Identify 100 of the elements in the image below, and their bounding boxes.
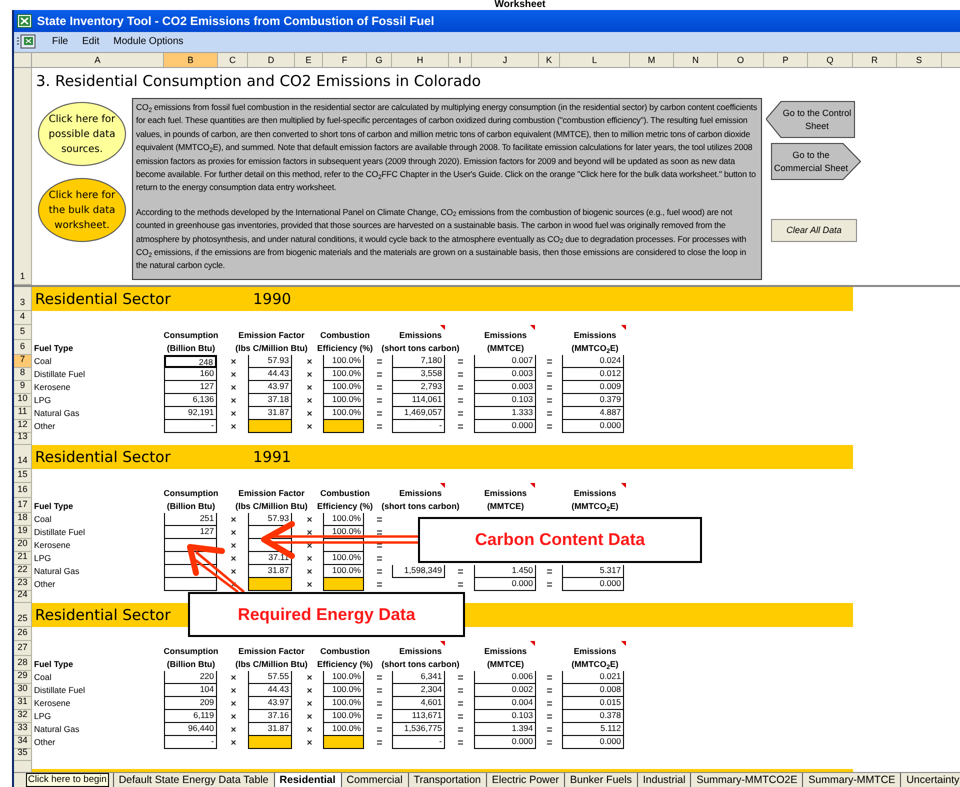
value-cell[interactable]: 100.0% — [323, 394, 364, 407]
value-cell[interactable]: 100.0% — [323, 552, 364, 565]
row-header[interactable]: 30 — [14, 684, 32, 697]
value-cell[interactable]: 44.43 — [248, 368, 292, 381]
value-cell[interactable]: 2,304 — [392, 684, 445, 697]
value-cell[interactable]: 100.0% — [323, 684, 364, 697]
value-cell[interactable]: 44.43 — [248, 684, 292, 697]
row-header[interactable]: 3 — [14, 287, 32, 311]
value-cell[interactable]: 37.16 — [248, 710, 292, 723]
value-cell[interactable]: 100.0% — [323, 368, 364, 381]
value-cell[interactable]: 113,671 — [392, 710, 445, 723]
row-header[interactable]: 18 — [14, 513, 32, 526]
value-cell[interactable]: 31.87 — [248, 723, 292, 736]
value-cell[interactable]: 6,119 — [164, 710, 217, 723]
value-cell[interactable]: 7,180 — [392, 355, 445, 368]
value-cell[interactable]: 57.55 — [248, 671, 292, 684]
sheet-tab[interactable]: Uncertainty — [900, 773, 960, 787]
row-header[interactable]: 5 — [14, 325, 32, 340]
navigation-arrow-button[interactable]: Go to the Control Sheet — [766, 101, 856, 138]
row-header[interactable]: 26 — [14, 627, 32, 641]
value-cell[interactable]: 0.103 — [474, 394, 536, 407]
row-header[interactable]: 35 — [14, 749, 32, 761]
value-cell[interactable]: 100.0% — [323, 513, 364, 526]
value-cell[interactable]: 0.000 — [562, 578, 624, 591]
row-header[interactable]: 29 — [14, 671, 32, 684]
row-header[interactable]: 11 — [14, 407, 32, 420]
value-cell[interactable]: 100.0% — [323, 697, 364, 710]
input-cell[interactable] — [248, 578, 292, 591]
menu-item[interactable]: Module Options — [113, 34, 184, 50]
value-cell[interactable]: 0.006 — [474, 671, 536, 684]
row-header[interactable]: 23 — [14, 578, 32, 591]
row-header[interactable]: 13 — [14, 433, 32, 445]
value-cell[interactable]: 4.887 — [562, 407, 624, 420]
value-cell[interactable]: 0.024 — [562, 355, 624, 368]
value-cell[interactable]: 6,136 — [164, 394, 217, 407]
value-cell[interactable]: 3,558 — [392, 368, 445, 381]
value-cell[interactable]: 0.002 — [474, 684, 536, 697]
value-cell[interactable]: 1,598,349 — [392, 565, 445, 578]
value-cell[interactable]: 0.003 — [474, 381, 536, 394]
value-cell[interactable]: 100.0% — [323, 671, 364, 684]
value-cell[interactable]: 0.000 — [474, 736, 536, 749]
value-cell[interactable]: 0.103 — [474, 710, 536, 723]
value-cell[interactable]: 127 — [164, 381, 217, 394]
value-cell[interactable]: 0.000 — [474, 420, 536, 433]
input-cell[interactable] — [323, 736, 364, 749]
row-header[interactable]: 1 — [14, 68, 32, 285]
value-cell[interactable]: 104 — [164, 684, 217, 697]
row-header[interactable]: 20 — [14, 539, 32, 552]
value-cell[interactable]: 31.87 — [248, 565, 292, 578]
value-cell[interactable]: 127 — [164, 526, 217, 539]
value-cell[interactable]: 92,191 — [164, 407, 217, 420]
value-cell[interactable]: 220 — [164, 671, 217, 684]
value-cell[interactable]: 43.97 — [248, 697, 292, 710]
value-cell[interactable]: 100.0% — [323, 565, 364, 578]
value-cell[interactable]: 100.0% — [323, 710, 364, 723]
value-cell[interactable]: 0.000 — [562, 736, 624, 749]
value-cell[interactable]: - — [392, 420, 445, 433]
value-cell[interactable]: 0.009 — [562, 381, 624, 394]
value-cell[interactable]: 0.379 — [562, 394, 624, 407]
navigation-arrow-button[interactable]: Go to the Commercial Sheet — [771, 143, 861, 180]
row-header[interactable]: 6 — [14, 340, 32, 355]
value-cell[interactable]: 2,793 — [392, 381, 445, 394]
value-cell[interactable]: - — [392, 736, 445, 749]
clear-all-button[interactable]: Clear All Data — [771, 219, 857, 242]
value-cell[interactable]: 160 — [164, 368, 217, 381]
value-cell[interactable]: - — [164, 420, 217, 433]
sheet-tab[interactable]: Residential — [274, 773, 341, 787]
value-cell[interactable]: 251 — [164, 513, 217, 526]
row-header[interactable]: 17 — [14, 498, 32, 513]
row-header[interactable]: 4 — [14, 311, 32, 325]
row-header[interactable]: 10 — [14, 394, 32, 407]
value-cell[interactable]: 0.004 — [474, 697, 536, 710]
column-header[interactable]: B — [164, 53, 218, 67]
value-cell[interactable]: 0.000 — [562, 420, 624, 433]
value-cell[interactable]: 100.0% — [323, 407, 364, 420]
value-cell[interactable]: 31.87 — [248, 407, 292, 420]
value-cell[interactable]: 1.394 — [474, 723, 536, 736]
value-cell[interactable]: 5.112 — [562, 723, 624, 736]
row-header[interactable]: 32 — [14, 710, 32, 723]
row-header[interactable]: 8 — [14, 368, 32, 381]
value-cell[interactable]: 100.0% — [323, 723, 364, 736]
value-cell[interactable]: 43.97 — [248, 381, 292, 394]
value-cell[interactable]: 0.000 — [474, 578, 536, 591]
row-header[interactable]: 28 — [14, 656, 32, 671]
row-header[interactable]: 24 — [14, 591, 32, 603]
row-header[interactable]: 19 — [14, 526, 32, 539]
value-cell[interactable]: 1,469,057 — [392, 407, 445, 420]
input-cell[interactable] — [323, 578, 364, 591]
value-cell[interactable]: 57.93 — [248, 355, 292, 368]
value-cell[interactable]: 5.317 — [562, 565, 624, 578]
value-cell[interactable]: 114,061 — [392, 394, 445, 407]
row-header[interactable]: 33 — [14, 723, 32, 736]
value-cell[interactable]: 6,341 — [392, 671, 445, 684]
data-bubble-button[interactable]: Click here for possible data sources. — [38, 102, 126, 166]
row-header[interactable]: 25 — [14, 603, 32, 627]
input-cell[interactable] — [248, 736, 292, 749]
value-cell[interactable]: 0.007 — [474, 355, 536, 368]
value-cell[interactable] — [164, 578, 217, 591]
value-cell[interactable]: 0.012 — [562, 368, 624, 381]
value-cell[interactable]: 0.378 — [562, 710, 624, 723]
